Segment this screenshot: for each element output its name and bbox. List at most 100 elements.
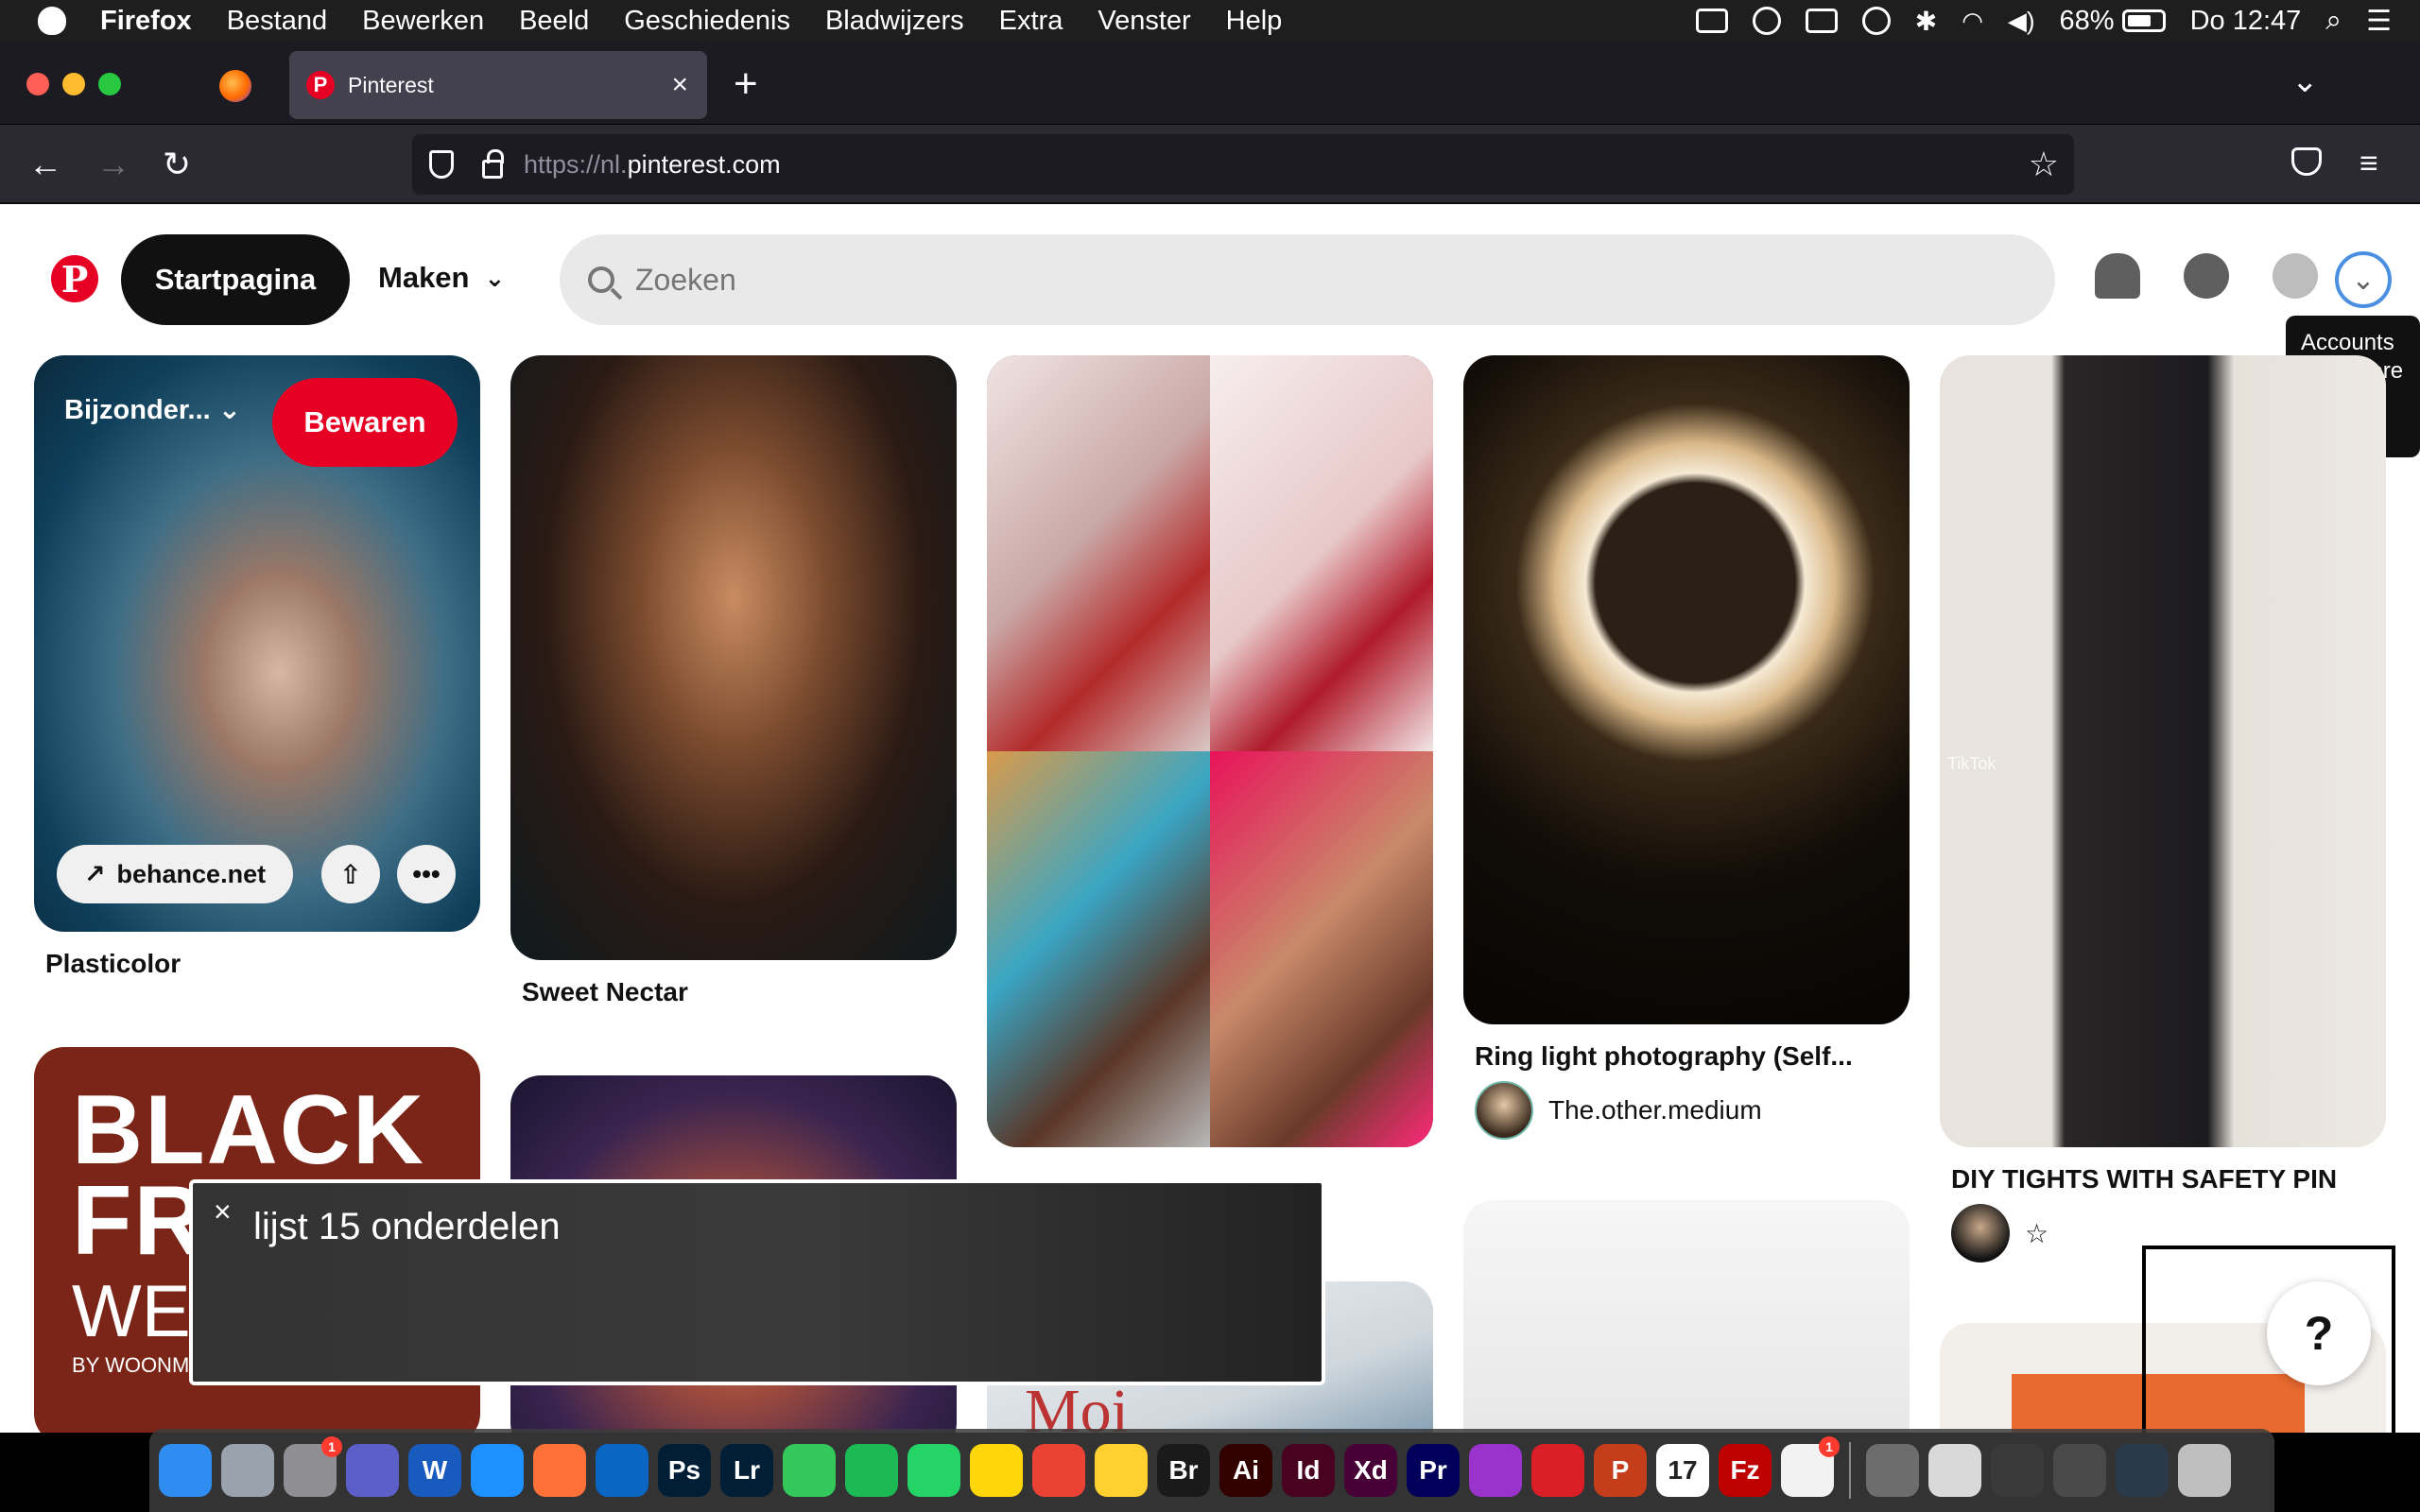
sidecar-icon[interactable] [1695, 9, 1728, 33]
source-link-button[interactable]: ↗ behance.net [57, 845, 293, 903]
home-button[interactable]: Startpagina [121, 234, 350, 325]
creator-name[interactable]: The.other.medium [1548, 1095, 1762, 1125]
menu-item-bladwijzers[interactable]: Bladwijzers [825, 6, 964, 37]
create-menu-button[interactable]: Maken ⌄ [378, 261, 505, 295]
window-thumb-icon[interactable] [1991, 1444, 2044, 1497]
premiere-icon[interactable]: Pr [1407, 1444, 1460, 1497]
podcasts-icon[interactable] [1469, 1444, 1522, 1497]
safari-icon[interactable] [471, 1444, 524, 1497]
help-button[interactable]: ? [2267, 1281, 2371, 1385]
spotify-icon[interactable] [845, 1444, 898, 1497]
pin-card[interactable] [1463, 355, 1910, 1024]
bluetooth-icon[interactable]: ✱ [1915, 6, 1937, 37]
facetime-icon[interactable] [783, 1444, 836, 1497]
photoshop-icon[interactable]: Ps [658, 1444, 711, 1497]
window-thumb-icon[interactable] [2053, 1444, 2106, 1497]
window-thumb-icon[interactable] [2116, 1444, 2169, 1497]
forward-button[interactable]: → [96, 142, 130, 187]
document-icon[interactable] [1928, 1444, 1981, 1497]
battery-indicator[interactable]: 68% [2060, 6, 2166, 37]
pin-creator[interactable]: The.other.medium [1475, 1081, 1762, 1140]
whatsapp-icon[interactable] [908, 1444, 960, 1497]
lightroom-icon[interactable]: Lr [720, 1444, 773, 1497]
pin-card[interactable]: TikTok [1940, 355, 2386, 1147]
pin-card[interactable] [510, 355, 957, 960]
firefox-icon[interactable] [533, 1444, 586, 1497]
trash-icon[interactable] [2178, 1444, 2231, 1497]
pin-creator[interactable]: ☆ [1951, 1204, 2048, 1263]
illustrator-icon[interactable]: Ai [1219, 1444, 1272, 1497]
menu-item-bestand[interactable]: Bestand [227, 6, 327, 37]
notifications-bell-icon[interactable] [2095, 253, 2140, 299]
teams-icon[interactable] [346, 1444, 399, 1497]
search-input[interactable] [635, 262, 1959, 298]
board-selector[interactable]: Bijzonder... ⌄ [64, 393, 241, 426]
pin-card[interactable]: Bijzonder... ⌄ Bewaren ↗ behance.net ⇧ •… [34, 355, 480, 932]
creator-avatar[interactable] [1475, 1081, 1533, 1140]
firefox-view-icon[interactable] [219, 70, 251, 102]
menu-item-venster[interactable]: Venster [1098, 6, 1190, 37]
messages-icon[interactable] [2184, 253, 2229, 299]
creator-avatar[interactable] [1951, 1204, 2010, 1263]
chrome-icon[interactable] [1032, 1444, 1085, 1497]
pinterest-logo-icon[interactable]: P [51, 255, 98, 302]
app-menu-icon[interactable]: ≡ [2360, 146, 2378, 182]
menu-app-name[interactable]: Firefox [100, 6, 192, 37]
url-text[interactable]: https://nl.pinterest.com [524, 150, 781, 180]
screen-mirroring-icon[interactable] [1805, 9, 1838, 33]
close-caption-icon[interactable]: × [214, 1194, 232, 1229]
finder-icon[interactable] [159, 1444, 212, 1497]
star-icon[interactable]: ☆ [2025, 1218, 2048, 1249]
bookmark-star-icon[interactable]: ☆ [2029, 145, 2059, 184]
menu-item-geschiedenis[interactable]: Geschiedenis [624, 6, 790, 37]
new-tab-button[interactable]: + [734, 60, 758, 108]
profile-avatar[interactable] [2273, 253, 2318, 299]
system-preferences-icon[interactable]: 1 [284, 1436, 342, 1497]
creative-cloud-status-icon[interactable] [1752, 7, 1781, 35]
clock[interactable]: Do 12:47 [2190, 6, 2302, 37]
menu-item-help[interactable]: Help [1226, 6, 1283, 37]
menu-item-bewerken[interactable]: Bewerken [362, 6, 484, 37]
menu-item-extra[interactable]: Extra [999, 6, 1063, 37]
reload-button[interactable]: ↻ [163, 142, 191, 187]
voiceover-utility-icon[interactable] [1866, 1444, 1919, 1497]
pin-title[interactable]: DIY TIGHTS WITH SAFETY PIN [1951, 1164, 2337, 1194]
share-icon[interactable]: ⇧ [321, 845, 380, 903]
creative-cloud-icon[interactable] [1531, 1444, 1584, 1497]
calendar-icon[interactable]: 17 [1656, 1444, 1709, 1497]
zoom-window-button[interactable] [98, 73, 121, 95]
bridge-icon[interactable]: Br [1157, 1444, 1210, 1497]
menu-item-beeld[interactable]: Beeld [519, 6, 589, 37]
close-window-button[interactable] [26, 73, 49, 95]
pin-card[interactable] [1463, 1200, 1910, 1433]
tab-pinterest[interactable]: P Pinterest × [289, 51, 707, 119]
reminders-icon[interactable]: 1 [1781, 1436, 1840, 1497]
word-icon[interactable]: W [408, 1444, 461, 1497]
volume-icon[interactable]: ◀) [2008, 7, 2035, 36]
spotlight-search-icon[interactable]: ⌕ [2325, 5, 2342, 37]
search-bar[interactable] [560, 234, 2055, 325]
notes-icon[interactable] [970, 1444, 1023, 1497]
miro-icon[interactable] [1095, 1444, 1148, 1497]
pin-title[interactable]: Plasticolor [45, 949, 181, 979]
close-tab-icon[interactable]: × [671, 69, 688, 101]
vscode-icon[interactable] [596, 1444, 648, 1497]
save-pin-button[interactable]: Bewaren [272, 378, 458, 467]
more-options-icon[interactable]: ••• [397, 845, 456, 903]
powerpoint-icon[interactable]: P [1594, 1444, 1647, 1497]
indesign-icon[interactable]: Id [1282, 1444, 1335, 1497]
time-machine-icon[interactable] [1861, 7, 1891, 35]
pin-card[interactable] [987, 355, 1433, 1147]
control-center-icon[interactable]: ☰ [2366, 5, 2392, 38]
wifi-icon[interactable]: ◠ [1962, 7, 1983, 36]
tracking-protection-icon[interactable] [429, 150, 454, 179]
launchpad-icon[interactable] [221, 1444, 274, 1497]
xd-icon[interactable]: Xd [1344, 1444, 1397, 1497]
back-button[interactable]: ← [28, 142, 62, 187]
list-all-tabs-icon[interactable]: ⌄ [2291, 62, 2319, 100]
filezilla-icon[interactable]: Fz [1719, 1444, 1772, 1497]
lock-icon[interactable] [482, 149, 504, 179]
account-options-button[interactable]: ⌄ [2335, 251, 2392, 308]
url-bar[interactable]: https://nl.pinterest.com ☆ [412, 134, 2074, 195]
pin-title[interactable]: Sweet Nectar [522, 977, 688, 1007]
